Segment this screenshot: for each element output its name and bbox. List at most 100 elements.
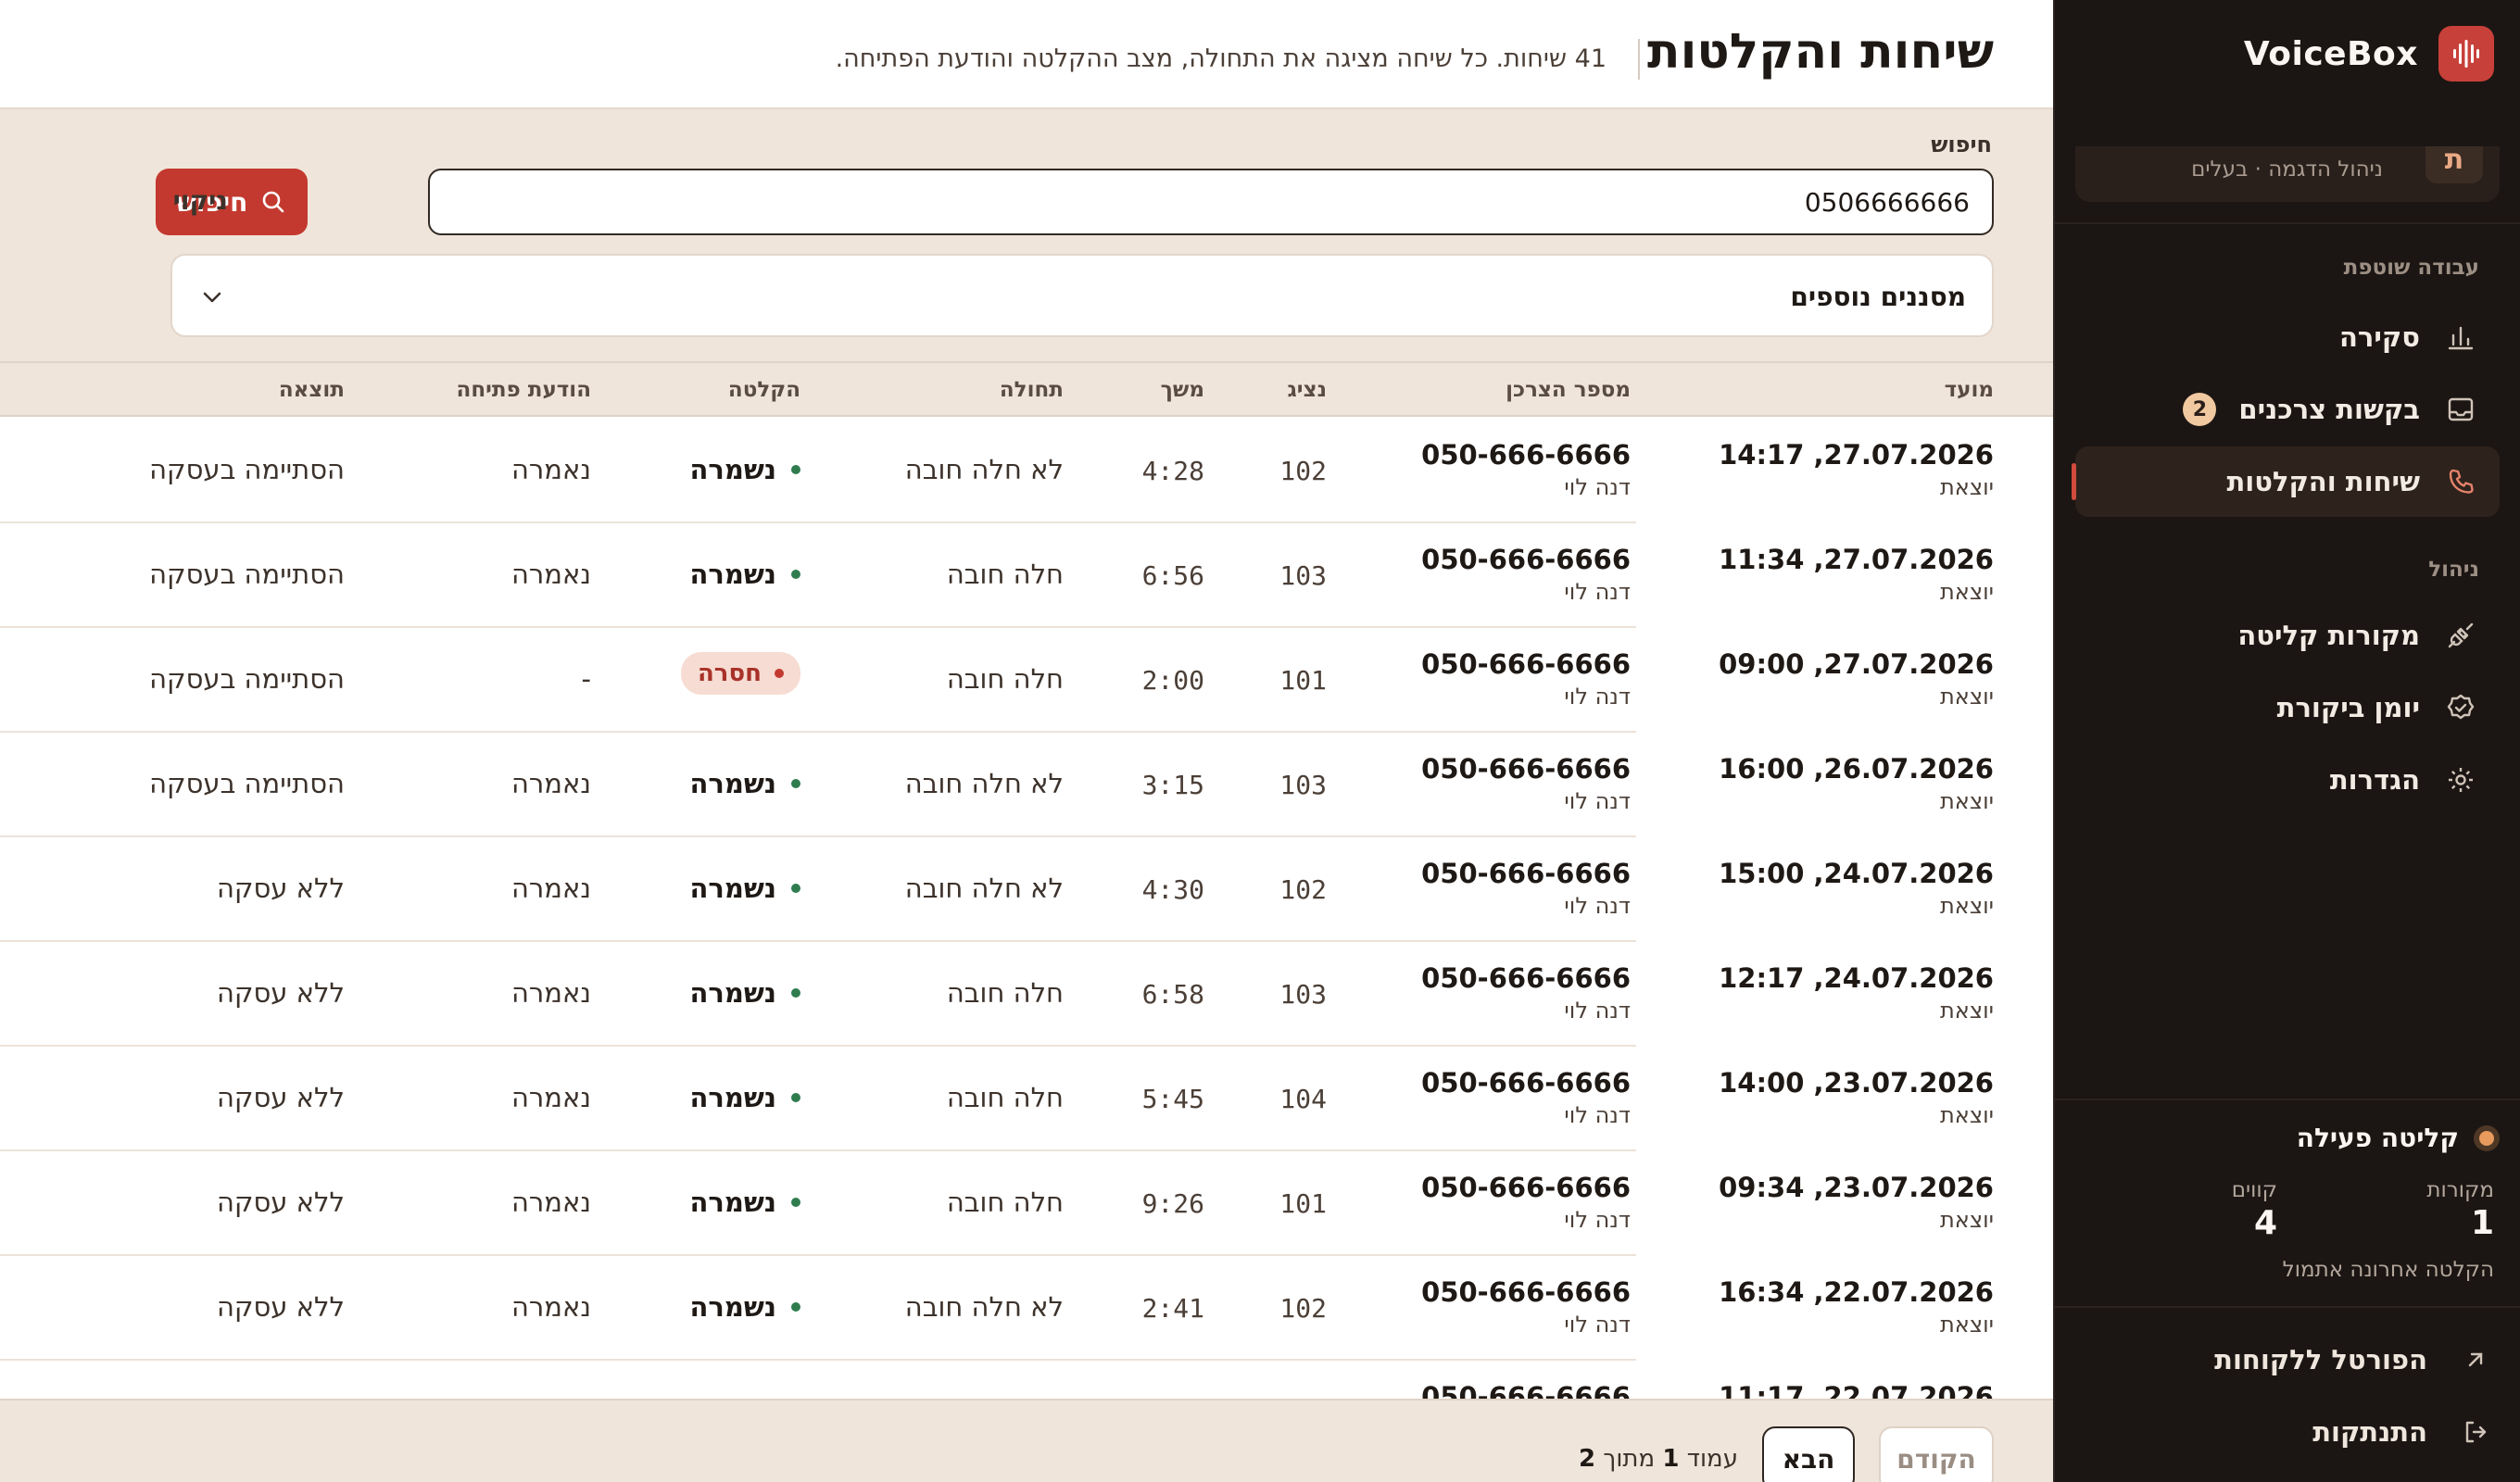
call-date: 27.07.2026, 14:17 [1719, 439, 1994, 471]
column-header-opening[interactable]: הודעת פתיחה [457, 378, 591, 402]
recording-status-badge: נשמרה [690, 873, 800, 904]
search-input[interactable] [428, 169, 1994, 235]
plug-icon [2442, 617, 2479, 654]
phone-icon [2442, 463, 2479, 500]
brand[interactable]: VoiceBox [2244, 24, 2494, 83]
column-header-recording[interactable]: הקלטה [728, 378, 800, 402]
page-title: שיחות והקלטות [1647, 24, 1994, 80]
call-date: 23.07.2026, 09:34 [1719, 1172, 1994, 1203]
call-condition: חלה חובה [946, 977, 1064, 1009]
table-row[interactable]: 26.07.2026, 16:00 יוצאת 050-666-6666 דנה לו… [0, 733, 2053, 837]
clear-button[interactable]: ניקוי [173, 185, 228, 216]
call-direction: יוצאת [1940, 1102, 1994, 1128]
stat-label: קווים [2231, 1178, 2277, 1202]
customer-name: דנה לוי [1564, 998, 1631, 1024]
recording-status-text: נשמרה [689, 1187, 777, 1218]
table-row[interactable]: 24.07.2026, 15:00 יוצאת 050-666-6666 דנה לו… [0, 837, 2053, 942]
column-header-phone[interactable]: מספר הצרכן [1506, 378, 1631, 402]
recording-status-badge: נשמרה [689, 977, 800, 1009]
sidebar-item-overview[interactable]: סקירה [2075, 302, 2500, 372]
customer-phone: 050-666-6666 [1421, 753, 1631, 785]
customer-portal-link[interactable]: הפורטל ללקוחות [2214, 1341, 2494, 1378]
customer-name: דנה לוי [1564, 893, 1631, 919]
sidebar-item-settings[interactable]: הגדרות [2075, 745, 2500, 815]
main-content: שיחות והקלטות 41 שיחות. כל שיחה מציגה את… [0, 0, 2053, 1482]
call-direction: יוצאת [1940, 788, 1994, 814]
call-duration: 9:26 [1141, 1188, 1204, 1219]
recording-status-text: נשמרה [689, 1082, 777, 1113]
opening-message-status: נאמרה [510, 1187, 591, 1218]
sidebar: VoiceBox ת ניהול הדגמה · בעלים עבודה שוט… [2053, 0, 2520, 1482]
count-badge: 2 [2183, 393, 2217, 426]
call-duration: 5:45 [1141, 1084, 1204, 1114]
sidebar-item-label: מקורות קליטה [2237, 620, 2420, 651]
call-result: ללא עסקה [216, 873, 345, 904]
previous-page-button[interactable]: הקודם [1879, 1426, 1994, 1482]
recording-status-text: נשמרה [689, 559, 777, 590]
recording-status-badge: חסרה [680, 652, 800, 695]
opening-message-status: נאמרה [510, 873, 591, 904]
column-header-condition[interactable]: תחולה [1000, 378, 1064, 402]
table-row[interactable]: 23.07.2026, 14:00 יוצאת 050-666-6666 דנה לו… [0, 1047, 2053, 1151]
sidebar-item-audit-log[interactable]: יומן ביקורת [2075, 672, 2500, 743]
call-duration: 3:15 [1141, 770, 1204, 800]
call-condition: לא חלה חובה [904, 873, 1064, 904]
status-dot-icon [791, 1093, 800, 1102]
customer-phone: 050-666-6666 [1421, 1067, 1631, 1099]
opening-message-status: נאמרה [510, 454, 591, 485]
stat-value: 1 [2470, 1204, 2494, 1242]
table-header: מועד מספר הצרכן נציג משך תחולה הקלטה הוד… [0, 363, 2053, 417]
customer-phone: 050-666-6666 [1421, 439, 1631, 471]
next-page-button[interactable]: הבא [1762, 1426, 1855, 1482]
recording-status-badge: נשמרה [689, 1082, 800, 1113]
column-header-result[interactable]: תוצאה [279, 378, 345, 402]
customer-name: דנה לוי [1564, 1207, 1631, 1233]
shield-check-icon [2442, 689, 2479, 726]
table-row[interactable]: 22.07.2026, 16:34 יוצאת 050-666-6666 דנה לו… [0, 1256, 2053, 1361]
call-result: ללא עסקה [216, 977, 345, 1009]
table-row[interactable]: 24.07.2026, 12:17 יוצאת 050-666-6666 דנה לו… [0, 942, 2053, 1047]
customer-phone: 050-666-6666 [1421, 1276, 1631, 1308]
column-header-agent[interactable]: נציג [1288, 378, 1328, 402]
recording-status-badge: נשמרה [690, 768, 800, 799]
recording-status-text: חסרה [697, 659, 762, 687]
current-page: 1 [1662, 1445, 1680, 1473]
call-result: ללא עסקה [216, 1187, 345, 1218]
agent-id: 102 [1279, 456, 1327, 486]
call-condition: לא חלה חובה [904, 1291, 1064, 1323]
agent-id: 101 [1279, 665, 1327, 696]
status-dot-icon [791, 988, 800, 998]
call-direction: יוצאת [1940, 998, 1994, 1024]
table-row[interactable]: 23.07.2026, 09:34 יוצאת 050-666-6666 דנה לו… [0, 1151, 2053, 1256]
page-header: שיחות והקלטות 41 שיחות. כל שיחה מציגה את… [0, 0, 2053, 109]
column-header-date[interactable]: מועד [1945, 378, 1994, 402]
status-dot-icon [791, 570, 800, 579]
sidebar-item-requests[interactable]: בקשות צרכנים 2 [2075, 374, 2500, 445]
portal-label: הפורטל ללקוחות [2214, 1344, 2427, 1375]
call-direction: יוצאת [1940, 474, 1994, 500]
call-date: 27.07.2026, 09:00 [1719, 648, 1994, 680]
more-filters-toggle[interactable]: מסננים נוספים [170, 254, 1994, 337]
sidebar-item-sources[interactable]: מקורות קליטה [2075, 600, 2500, 671]
call-result: הסתיימה בעסקה [149, 663, 345, 695]
opening-message-status: נאמרה [510, 977, 591, 1009]
status-dot-icon [791, 1198, 800, 1207]
page-subtitle: 41 שיחות. כל שיחה מציגה את התחולה, מצב ה… [835, 44, 1606, 73]
recording-status-text: נשמרה [689, 977, 777, 1009]
opening-message-status: נאמרה [510, 1082, 591, 1113]
opening-message-status: - [581, 663, 591, 695]
call-direction: יוצאת [1940, 1207, 1994, 1233]
table-row[interactable]: 27.07.2026, 14:17 יוצאת 050-666-6666 דנה לו… [0, 419, 2053, 523]
org-subtitle: ניהול הדגמה · בעלים [2191, 157, 2383, 182]
column-header-duration[interactable]: משך [1161, 378, 1204, 402]
logout-button[interactable]: התנתקות [2312, 1413, 2494, 1451]
recording-status-badge: נשמרה [689, 1187, 800, 1218]
stat-value: 4 [2253, 1204, 2277, 1242]
call-direction: יוצאת [1940, 579, 1994, 605]
sidebar-item-calls[interactable]: שיחות והקלטות [2072, 446, 2500, 517]
table-row[interactable]: 27.07.2026, 11:34 יוצאת 050-666-6666 דנה לו… [0, 523, 2053, 628]
call-duration: 4:30 [1141, 874, 1204, 905]
org-switcher[interactable]: ת ניהול הדגמה · בעלים [2075, 146, 2500, 202]
table-row[interactable]: 27.07.2026, 09:00 יוצאת 050-666-6666 דנה לו… [0, 628, 2053, 733]
page-indicator: עמוד 1 מתוך 2 [1579, 1445, 1738, 1473]
